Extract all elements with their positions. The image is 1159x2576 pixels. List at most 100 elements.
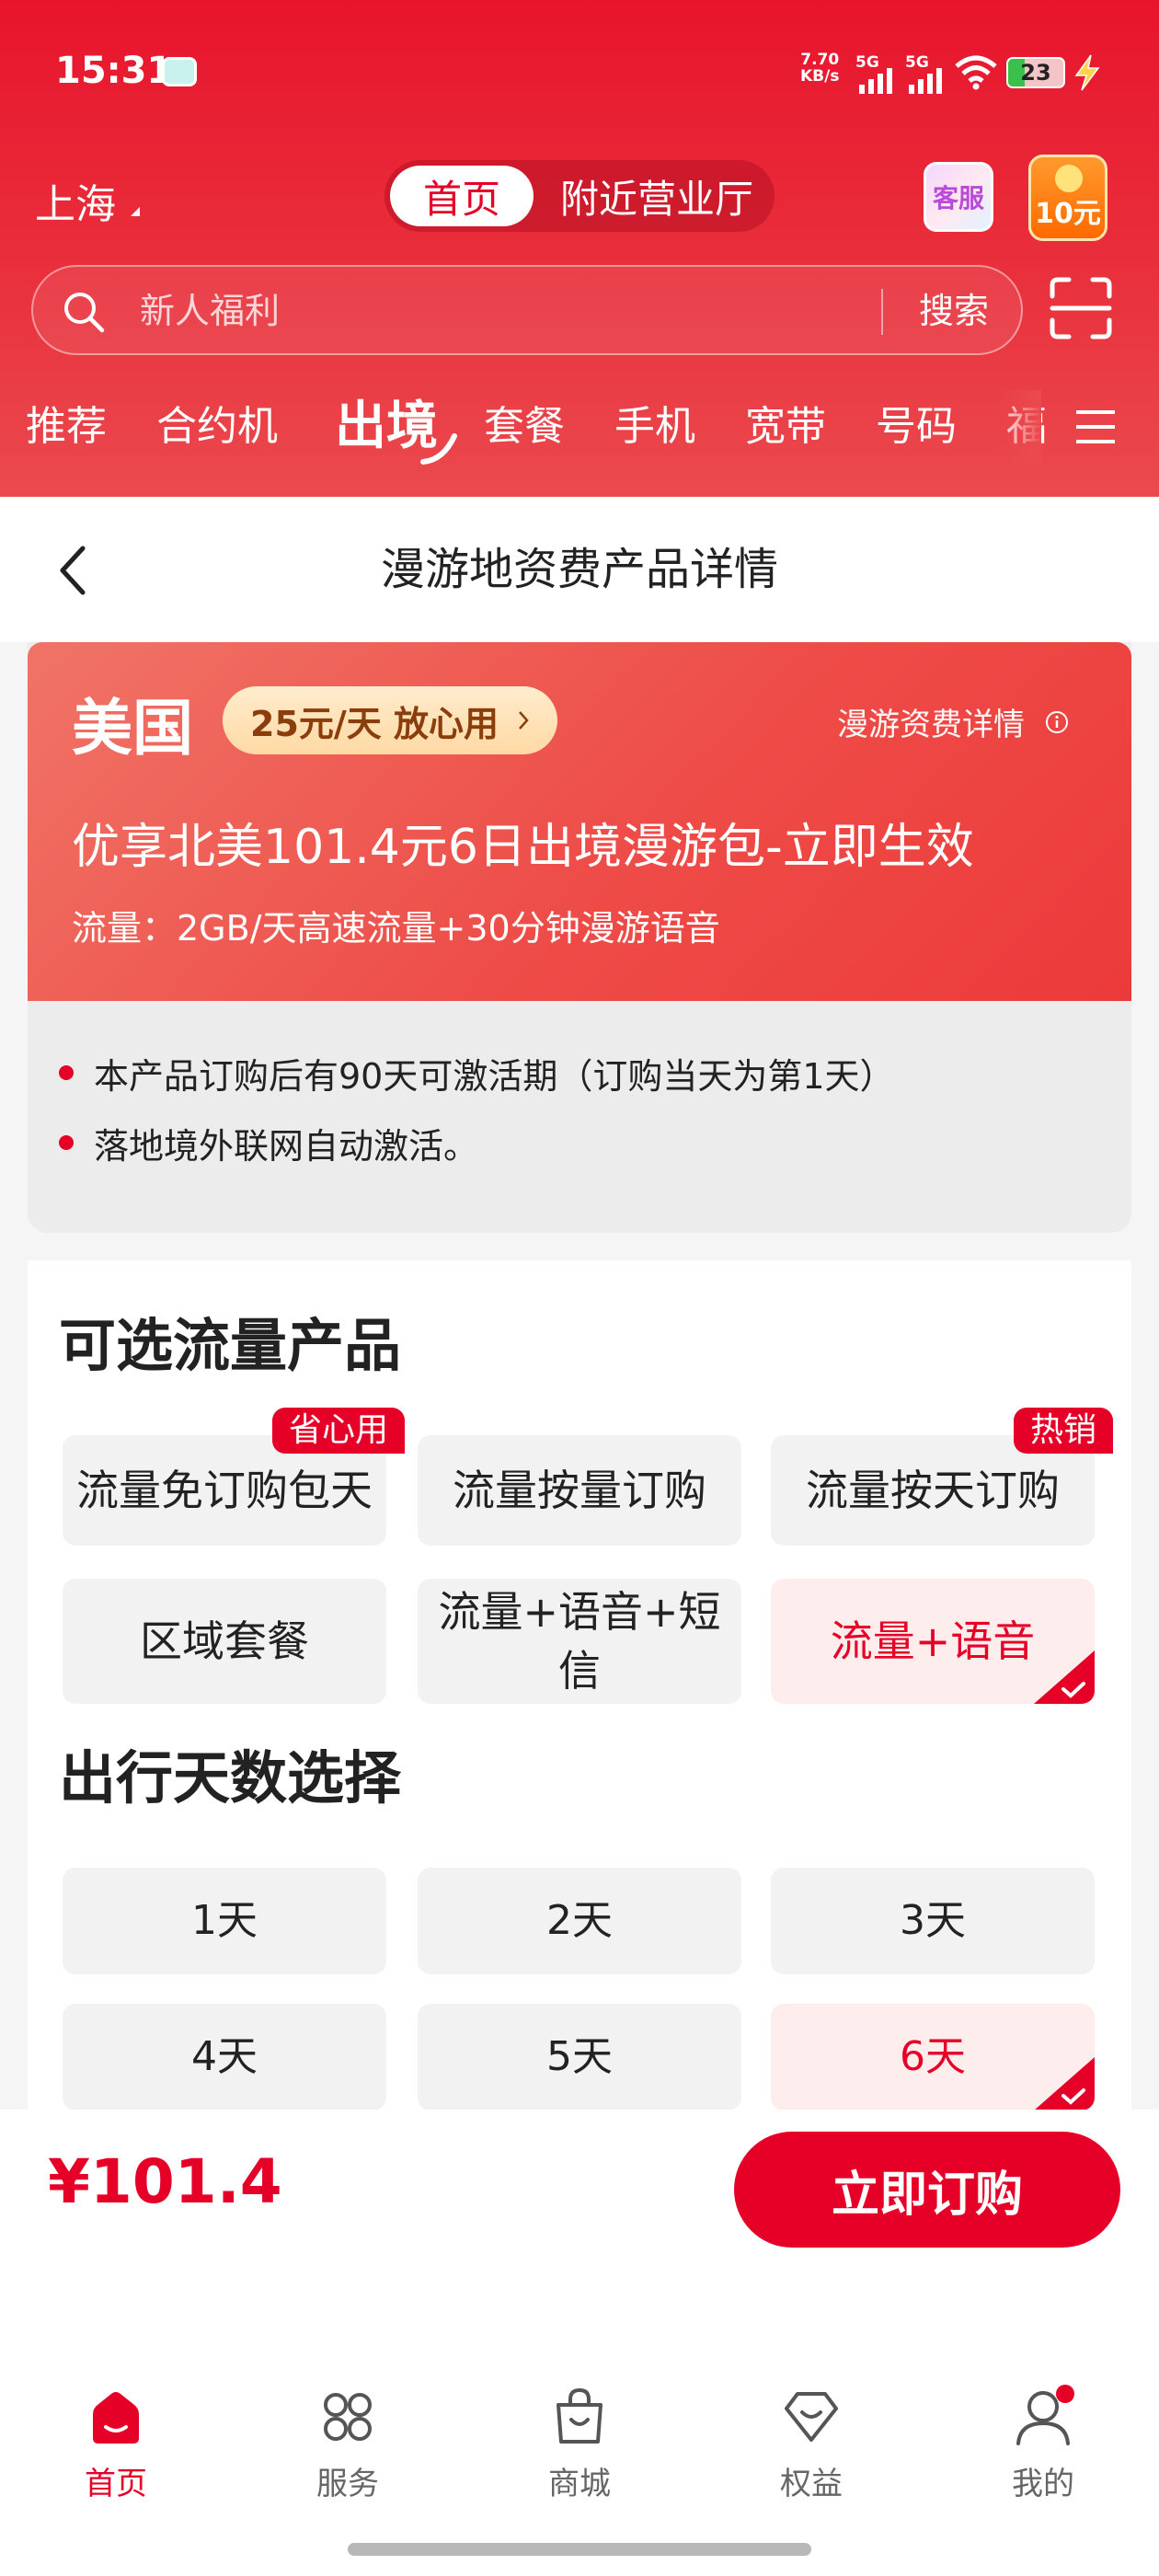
package-name: 优享北美101.4元6日出境漫游包-立即生效 [72, 820, 974, 875]
network-speed: 7.70 KB/s [800, 52, 839, 85]
flow-option-regional[interactable]: 区域套餐 [63, 1579, 386, 1704]
battery-level: 23 [1020, 60, 1051, 86]
flow-option-label: 区域套餐 [140, 1616, 309, 1666]
note-text: 本产品订购后有90天可激活期（订购当天为第1天） [94, 1055, 895, 1097]
scan-icon[interactable] [1049, 276, 1113, 340]
sim1-signal-icon: 5G [855, 53, 898, 94]
heart-badge-icon [785, 2392, 838, 2442]
day-option-1[interactable]: 1天 [63, 1868, 386, 1974]
package-flow-detail: 流量：2GB/天高速流量+30分钟漫游语音 [72, 908, 720, 949]
network-speed-value: 7.70 [800, 51, 840, 69]
menu-icon[interactable] [1074, 408, 1117, 445]
notification-dot [1056, 2385, 1074, 2403]
flow-option-by-volume[interactable]: 流量按量订购 [418, 1435, 741, 1546]
day-option-4[interactable]: 4天 [63, 2004, 386, 2110]
tab-label: 我的 [1012, 2466, 1074, 2502]
tab-service[interactable]: 服务 [274, 2385, 421, 2503]
sun-icon [1055, 165, 1083, 192]
category-tab-recommend[interactable]: 推荐 [26, 390, 107, 464]
flow-option-data-voice[interactable]: 流量+语音 [771, 1579, 1095, 1704]
tab-label: 服务 [316, 2466, 379, 2502]
flow-option-label: 流量+语音 [830, 1616, 1036, 1666]
note-text: 落地境外联网自动激活。 [94, 1125, 479, 1167]
flow-option-data-voice-sms[interactable]: 流量+语音+短信 [418, 1579, 741, 1704]
note-item: 落地境外联网自动激活。 [59, 1108, 895, 1178]
coupon-10-yuan-button[interactable]: 10元 [1028, 155, 1107, 241]
category-tabs: 推荐 合约机 出境 套餐 手机 宽带 号码 福 [0, 390, 1159, 464]
flow-option-label: 流量按量订购 [453, 1466, 706, 1515]
bullet-dot [59, 1065, 74, 1080]
tab-home[interactable]: 首页 [42, 2385, 189, 2503]
option-badge: 热销 [1013, 1408, 1113, 1454]
main-content: 美国 25元/天 放心用 漫游资费详情 优享北美101.4元6日出境漫游包-立即… [0, 642, 1159, 2110]
search-button[interactable]: 搜索 [903, 267, 1004, 355]
city-selector[interactable]: 上海 [35, 171, 140, 230]
page-navbar: 漫游地资费产品详情 [0, 497, 1159, 642]
tab-mall[interactable]: 商城 [506, 2385, 653, 2503]
network-speed-unit: KB/s [800, 67, 840, 86]
sim2-signal-icon: 5G [905, 53, 947, 94]
flow-option-label: 流量按天订购 [806, 1466, 1060, 1515]
search-bar[interactable]: 新人福利 搜索 [31, 265, 1023, 355]
home-icon [93, 2392, 139, 2444]
flow-option-label: 流量+语音+短信 [438, 1587, 721, 1696]
category-tab-plans[interactable]: 套餐 [484, 390, 565, 464]
category-tab-broadband[interactable]: 宽带 [745, 390, 826, 464]
tab-label: 首页 [85, 2466, 147, 2502]
day-option-6[interactable]: 6天 [771, 2004, 1095, 2110]
category-fade [997, 390, 1041, 464]
charging-bolt-icon [1074, 54, 1100, 91]
coupon-label: 10元 [1035, 198, 1101, 230]
buy-now-button[interactable]: 立即订购 [734, 2132, 1120, 2248]
category-tab-numbers[interactable]: 号码 [876, 390, 957, 464]
home-segment-switch: 首页 附近营业厅 [384, 160, 775, 232]
product-banner: 美国 25元/天 放心用 漫游资费详情 优享北美101.4元6日出境漫游包-立即… [28, 642, 1131, 1001]
segment-nearby-store[interactable]: 附近营业厅 [546, 160, 767, 232]
home-indicator[interactable] [348, 2543, 811, 2556]
caret-down-icon [131, 207, 140, 216]
product-notes: 本产品订购后有90天可激活期（订购当天为第1天） 落地境外联网自动激活。 [59, 1038, 895, 1178]
active-tab-indicator [420, 433, 457, 465]
flow-option-daily-auto[interactable]: 流量免订购包天 省心用 [63, 1408, 405, 1546]
options-panel: 可选流量产品 流量免订购包天 省心用 流量按量订购 流量按天订购 热销 区域套餐… [28, 1260, 1131, 2110]
customer-service-button[interactable]: 客服 [924, 162, 993, 232]
battery-icon: 23 [1006, 57, 1065, 88]
search-input[interactable]: 新人福利 [140, 267, 280, 355]
segment-home[interactable]: 首页 [390, 166, 534, 226]
bottom-tab-bar: 首页 服务 商城 权益 我的 [0, 2364, 1159, 2576]
info-icon [1046, 710, 1068, 733]
travel-days-title: 出行天数选择 [59, 1744, 402, 1811]
total-price: ¥101.4 [48, 2146, 282, 2217]
option-badge: 省心用 [271, 1408, 405, 1454]
flow-option-by-day[interactable]: 流量按天订购 热销 [771, 1408, 1113, 1546]
category-tab-phones[interactable]: 手机 [614, 390, 695, 464]
search-icon [64, 293, 105, 333]
tab-mine[interactable]: 我的 [970, 2385, 1117, 2503]
notification-app-icon [162, 57, 197, 86]
tab-label: 商城 [548, 2466, 611, 2502]
day-option-3[interactable]: 3天 [771, 1868, 1095, 1974]
grid-icon [324, 2393, 372, 2441]
status-bar: 15:31 7.70 KB/s 5G 5G 23 [0, 0, 1159, 147]
country-name: 美国 [72, 693, 193, 764]
wifi-icon [955, 55, 997, 90]
tab-benefits[interactable]: 权益 [738, 2385, 885, 2503]
flow-products-title: 可选流量产品 [59, 1312, 402, 1379]
chevron-right-icon [519, 711, 529, 730]
daily-price-label: 25元/天 放心用 [250, 703, 499, 744]
category-tab-contract-phone[interactable]: 合约机 [156, 390, 278, 464]
day-option-2[interactable]: 2天 [418, 1868, 741, 1974]
day-option-label: 6天 [900, 2033, 966, 2080]
shopping-bag-icon [557, 2387, 602, 2444]
city-label: 上海 [35, 181, 116, 228]
note-item: 本产品订购后有90天可激活期（订购当天为第1天） [59, 1038, 895, 1108]
tab-label: 权益 [780, 2466, 843, 2502]
flow-option-label: 流量免订购包天 [76, 1466, 373, 1515]
day-option-5[interactable]: 5天 [418, 2004, 741, 2110]
roaming-fee-details-link[interactable]: 漫游资费详情 [837, 699, 1069, 744]
search-divider [881, 289, 883, 335]
selected-check-icon [1035, 2057, 1095, 2110]
bullet-dot [59, 1135, 74, 1150]
top-header: 15:31 7.70 KB/s 5G 5G 23 上海 首页 附近营业厅 客服 … [0, 0, 1159, 497]
daily-price-tag[interactable]: 25元/天 放心用 [223, 686, 557, 754]
